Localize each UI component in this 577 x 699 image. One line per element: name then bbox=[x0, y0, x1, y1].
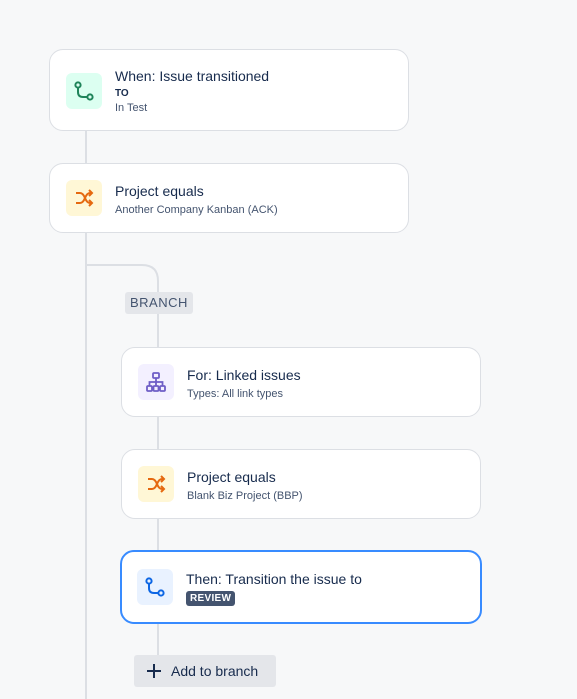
branch-for-title: For: Linked issues bbox=[187, 367, 301, 383]
trigger-icon-box bbox=[66, 73, 102, 109]
add-to-branch-button[interactable]: Add to branch bbox=[134, 655, 276, 687]
branch-for-card[interactable]: For: Linked issues Types: All link types bbox=[121, 347, 481, 417]
branch-icon-box bbox=[138, 364, 174, 400]
trigger-status: In Test bbox=[115, 102, 148, 114]
shuffle-icon bbox=[76, 189, 94, 207]
connector-main bbox=[85, 130, 87, 164]
condition-icon-box bbox=[66, 180, 102, 216]
trigger-to-label: TO bbox=[115, 88, 129, 99]
trigger-title: When: Issue transitioned bbox=[115, 68, 270, 84]
transition-icon bbox=[145, 577, 165, 597]
condition-card-project[interactable]: Project equals Another Company Kanban (A… bbox=[49, 163, 409, 233]
transition-icon bbox=[74, 81, 94, 101]
condition-title: Project equals bbox=[115, 183, 204, 199]
action-icon-box bbox=[137, 569, 173, 605]
trigger-card[interactable]: When: Issue transitioned TO In Test bbox=[49, 49, 409, 131]
branch-connector-curve bbox=[86, 264, 159, 294]
condition-subtitle: Another Company Kanban (ACK) bbox=[115, 204, 278, 216]
condition-icon-box-2 bbox=[138, 466, 174, 502]
add-to-branch-label: Add to branch bbox=[171, 663, 259, 679]
branch-label: BRANCH bbox=[125, 292, 193, 314]
connector-branch-1 bbox=[157, 314, 159, 348]
connector-branch-4 bbox=[157, 623, 159, 655]
connector-main-lower bbox=[85, 232, 87, 699]
connector-branch-3 bbox=[157, 518, 159, 551]
hierarchy-icon bbox=[146, 372, 166, 392]
plus-icon bbox=[147, 664, 161, 678]
condition-2-subtitle: Blank Biz Project (BBP) bbox=[187, 490, 303, 502]
condition-2-title: Project equals bbox=[187, 469, 276, 485]
status-lozenge-review: REVIEW bbox=[186, 591, 236, 606]
condition-card-project-2[interactable]: Project equals Blank Biz Project (BBP) bbox=[121, 449, 481, 519]
shuffle-icon bbox=[148, 475, 166, 493]
action-title: Then: Transition the issue to bbox=[186, 571, 362, 587]
connector-branch-2 bbox=[157, 416, 159, 450]
action-card-transition[interactable]: Then: Transition the issue to REVIEW bbox=[120, 550, 482, 624]
branch-for-subtitle: Types: All link types bbox=[187, 388, 283, 400]
